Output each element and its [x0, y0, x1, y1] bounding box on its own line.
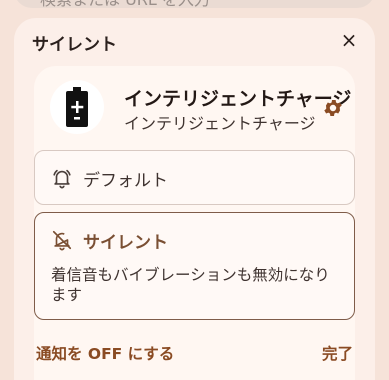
- option-default-label: デフォルト: [83, 171, 168, 191]
- app-name: インテリジェントチャージ: [124, 88, 352, 110]
- gear-icon: [324, 100, 342, 116]
- notification-sheet: サイレント × インテリジェントチャージ インテリジェントチャージ デフォルト …: [14, 18, 375, 380]
- option-silent-description: 着信音もバイブレーションも無効になります: [51, 266, 330, 304]
- battery-charging-icon: [50, 80, 104, 134]
- close-icon: ×: [340, 28, 358, 52]
- option-silent-label: サイレント: [83, 233, 168, 253]
- bell-off-icon: [52, 230, 72, 251]
- settings-button[interactable]: [319, 94, 347, 122]
- background-search-bar: 検索または URL を入力: [14, 0, 375, 8]
- notification-card: インテリジェントチャージ インテリジェントチャージ デフォルト サイレント 着信…: [34, 66, 355, 380]
- bell-icon: [53, 169, 71, 189]
- option-silent[interactable]: サイレント 着信音もバイブレーションも無効になります: [34, 212, 355, 320]
- app-subtitle: インテリジェントチャージ: [124, 114, 316, 133]
- close-button[interactable]: ×: [335, 26, 363, 54]
- option-default[interactable]: デフォルト: [34, 150, 355, 205]
- turn-off-notifications-button[interactable]: 通知を OFF にする: [36, 342, 174, 364]
- sheet-title: サイレント: [32, 35, 117, 55]
- done-button[interactable]: 完了: [322, 342, 353, 364]
- background-search-text: 検索または URL を入力: [40, 0, 210, 8]
